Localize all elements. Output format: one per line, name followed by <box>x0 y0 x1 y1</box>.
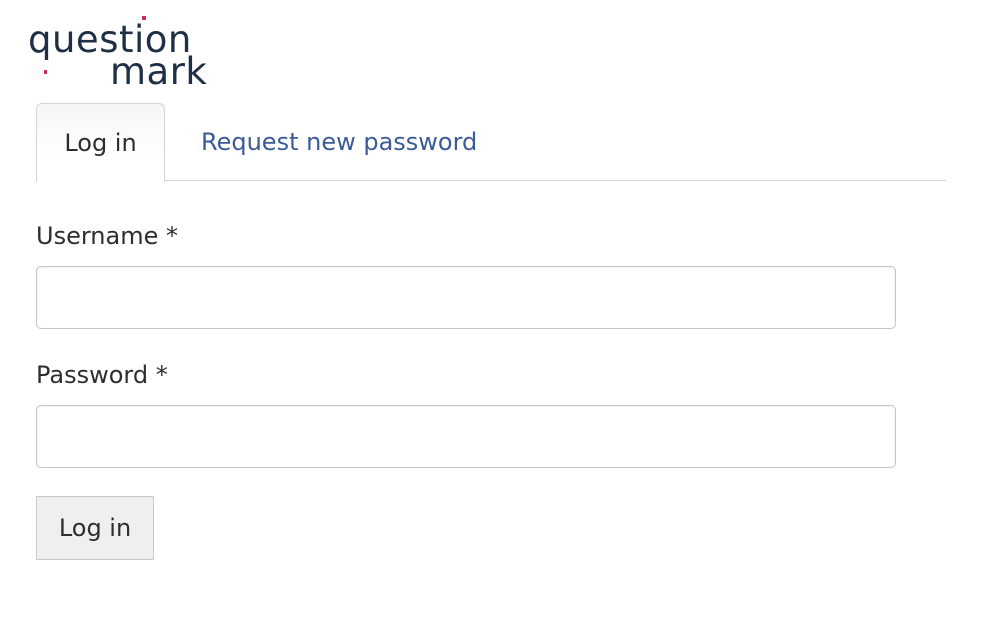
tab-request-new-password[interactable]: Request new password <box>201 103 477 181</box>
logo-accent-dot-top <box>142 16 146 20</box>
logo-accent-dot-bottom <box>44 70 47 74</box>
logo-text-mark: mark <box>110 50 207 88</box>
password-input[interactable] <box>36 405 896 468</box>
logo-graphic: question mark <box>28 16 207 88</box>
login-page: question mark Log in Request new passwor… <box>0 0 1000 620</box>
username-input[interactable] <box>36 266 896 329</box>
login-tabs: Log in Request new password <box>36 103 946 182</box>
questionmark-logo: question mark <box>28 14 228 88</box>
username-label: Username * <box>36 222 178 250</box>
log-in-button[interactable]: Log in <box>36 496 154 560</box>
password-label: Password * <box>36 361 168 389</box>
tab-log-in[interactable]: Log in <box>36 103 165 182</box>
